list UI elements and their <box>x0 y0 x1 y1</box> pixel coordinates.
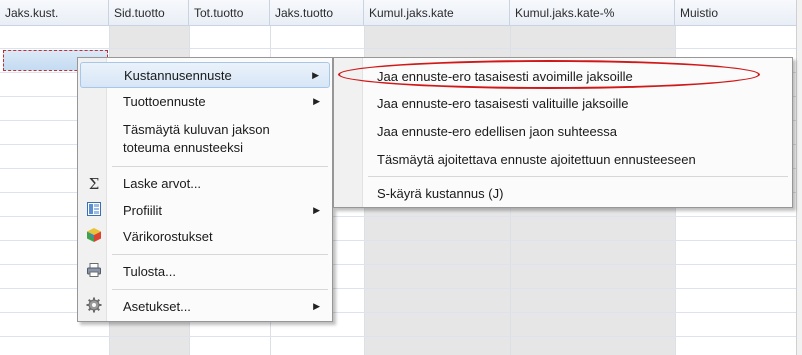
submenu-item-tasmayta-ajoitettava[interactable]: Täsmäytä ajoitettava ennuste ajoitettuun… <box>337 148 789 172</box>
submenu-item-label: S-käyrä kustannus (J) <box>377 186 504 201</box>
menu-item-tuottoennuste[interactable]: Tuottoennuste ▶ <box>80 90 330 114</box>
color-cube-icon <box>84 227 104 247</box>
menu-item-tulosta[interactable]: Tulosta... <box>80 260 330 284</box>
submenu-arrow-icon: ▶ <box>313 96 320 106</box>
submenu-arrow-icon: ▶ <box>312 70 319 80</box>
printer-icon <box>84 262 104 282</box>
window-edge <box>796 0 802 355</box>
submenu-item-label: Jaa ennuste-ero edellisen jaon suhteessa <box>377 124 617 139</box>
submenu-item-s-kayra[interactable]: S-käyrä kustannus (J) <box>337 182 789 206</box>
menu-item-kustannusennuste[interactable]: Kustannusennuste ▶ <box>80 62 330 88</box>
menu-item-label: Laske arvot... <box>123 176 202 191</box>
menu-item-profiilit[interactable]: Profiilit ▶ <box>80 199 330 223</box>
grid-header: Jaks.kust. Sid.tuotto Tot.tuotto Jaks.tu… <box>0 0 802 26</box>
menu-item-label: Tuottoennuste <box>123 94 206 109</box>
column-header[interactable]: Kumul.jaks.kate-% <box>510 0 675 25</box>
menu-item-label: Tulosta... <box>123 264 176 279</box>
submenu-item-avoimille[interactable]: Jaa ennuste-ero tasaisesti avoimille jak… <box>337 64 789 88</box>
submenu-item-label: Jaa ennuste-ero tasaisesti valituille ja… <box>377 96 629 111</box>
submenu-item-label: Jaa ennuste-ero tasaisesti avoimille jak… <box>377 69 633 84</box>
profile-icon <box>84 201 104 221</box>
column-header[interactable]: Muistio <box>675 0 802 25</box>
submenu-item-edellisen-jaon[interactable]: Jaa ennuste-ero edellisen jaon suhteessa <box>337 120 789 144</box>
column-header[interactable]: Jaks.kust. <box>0 0 109 25</box>
submenu-item-valituille[interactable]: Jaa ennuste-ero tasaisesti valituille ja… <box>337 92 789 116</box>
menu-item-label: Asetukset... <box>123 299 191 314</box>
menu-item-varikorostukset[interactable]: Värikorostukset <box>80 225 330 249</box>
column-header[interactable]: Kumul.jaks.kate <box>364 0 510 25</box>
gear-icon <box>84 297 104 317</box>
menu-item-label: Värikorostukset <box>123 229 213 244</box>
sigma-icon: Σ <box>88 175 100 193</box>
menu-item-label-line1: Täsmäytä kuluvan jakson <box>123 122 270 137</box>
menu-item-laske-arvot[interactable]: Σ Laske arvot... <box>80 172 330 196</box>
menu-item-tasmayta-toteuma[interactable]: Täsmäytä kuluvan jakson toteuma ennustee… <box>80 118 330 160</box>
submenu-arrow-icon: ▶ <box>313 205 320 215</box>
context-menu: Kustannusennuste ▶ Tuottoennuste ▶ Täsmä… <box>77 57 333 322</box>
menu-item-label: Profiilit <box>123 203 163 218</box>
submenu-arrow-icon: ▶ <box>313 301 320 311</box>
submenu-kustannusennuste: Jaa ennuste-ero tasaisesti avoimille jak… <box>333 57 793 208</box>
submenu-item-label: Täsmäytä ajoitettava ennuste ajoitettuun… <box>377 152 696 167</box>
menu-item-asetukset[interactable]: Asetukset... ▶ <box>80 295 330 319</box>
column-header[interactable]: Jaks.tuotto <box>270 0 364 25</box>
menu-item-label: Kustannusennuste <box>124 68 232 83</box>
menu-item-label-line2: toteuma ennusteeksi <box>123 140 243 155</box>
column-header[interactable]: Sid.tuotto <box>109 0 189 25</box>
column-header[interactable]: Tot.tuotto <box>189 0 270 25</box>
